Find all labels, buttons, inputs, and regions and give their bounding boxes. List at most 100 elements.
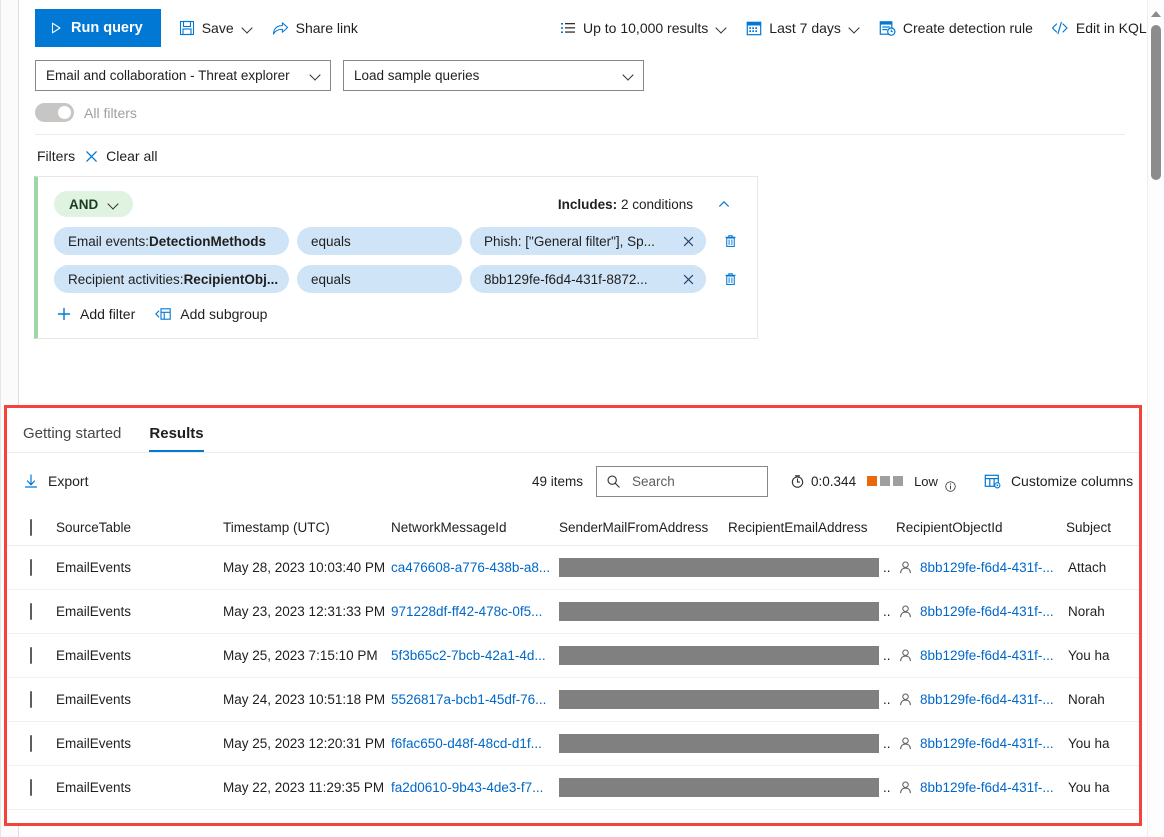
cell-networkmessageid-link[interactable]: 5526817a-bcb1-45df-76... — [391, 692, 559, 707]
add-filter-button[interactable]: Add filter — [56, 306, 135, 322]
save-label: Save — [201, 20, 234, 36]
cell-sourcetable: EmailEvents — [56, 648, 132, 663]
customize-columns-button[interactable]: Customize columns — [984, 473, 1133, 489]
cell-networkmessageid-link[interactable]: fa2d0610-9b43-4de3-f7... — [391, 780, 559, 795]
table-row[interactable]: EmailEvents May 24, 2023 10:51:18 PM 552… — [7, 678, 1139, 722]
sample-queries-dropdown[interactable]: Load sample queries — [343, 60, 644, 91]
table-row[interactable]: EmailEvents May 28, 2023 10:03:40 PM ca4… — [7, 546, 1139, 590]
info-icon[interactable] — [945, 481, 956, 492]
includes-summary: Includes: 2 conditions — [558, 197, 693, 212]
page-scrollbar[interactable] — [1147, 0, 1164, 837]
save-button[interactable]: Save — [179, 20, 254, 36]
column-header-recipientobjectid[interactable]: RecipientObjectId — [896, 520, 1066, 535]
row-checkbox[interactable] — [30, 559, 32, 576]
results-tabs: Getting started Results — [7, 408, 1139, 453]
cell-networkmessageid-link[interactable]: ca476608-a776-438b-a8... — [391, 560, 559, 575]
table-row[interactable]: EmailEvents May 25, 2023 7:15:10 PM 5f3b… — [7, 634, 1139, 678]
results-table: SourceTable Timestamp (UTC) NetworkMessa… — [7, 509, 1139, 810]
cell-recipientobjectid: 8bb129fe-f6d4-431f-... — [896, 692, 1068, 707]
column-header-networkmessageid[interactable]: NetworkMessageId — [391, 520, 559, 535]
cell-recipientobjectid: 8bb129fe-f6d4-431f-... — [896, 648, 1068, 663]
filter-value-dropdown[interactable]: 8bb129fe-f6d4-431f-8872... — [470, 265, 670, 293]
delete-filter-button[interactable] — [723, 233, 738, 249]
all-filters-toggle[interactable] — [35, 103, 74, 122]
column-header-recipientemailaddress[interactable]: RecipientEmailAddress — [728, 520, 896, 535]
results-limit-button[interactable]: Up to 10,000 results — [560, 20, 728, 36]
column-header-subject[interactable]: Subject — [1066, 520, 1136, 535]
row-checkbox[interactable] — [30, 647, 32, 664]
search-box[interactable] — [596, 465, 769, 497]
time-range-button[interactable]: Last 7 days — [746, 20, 861, 36]
row-checkbox[interactable] — [30, 691, 32, 708]
tab-results[interactable]: Results — [149, 425, 204, 452]
cell-redacted-addresses: .. — [559, 778, 896, 797]
delete-filter-button[interactable] — [723, 271, 738, 287]
table-row[interactable]: EmailEvents May 23, 2023 12:31:33 PM 971… — [7, 590, 1139, 634]
column-header-sendermailfromaddress[interactable]: SenderMailFromAddress — [559, 520, 728, 535]
recipientobjectid-link[interactable]: 8bb129fe-f6d4-431f-... — [920, 780, 1054, 795]
select-all-cell — [7, 518, 53, 536]
share-icon — [272, 20, 289, 36]
redaction-bar — [559, 734, 879, 753]
create-detection-rule-button[interactable]: Create detection rule — [879, 20, 1033, 36]
search-input[interactable] — [630, 472, 759, 490]
cell-networkmessageid-link[interactable]: f6fac650-d48f-48cd-d1f... — [391, 736, 559, 751]
filter-operator-dropdown[interactable]: equals — [297, 227, 462, 255]
cell-timestamp: May 23, 2023 12:31:33 PM — [223, 604, 386, 619]
filter-value-dropdown[interactable]: Phish: ["General filter"], Sp... — [470, 227, 670, 255]
clear-all-button[interactable]: Clear all — [84, 148, 157, 164]
clear-filter-value-button[interactable] — [670, 265, 706, 293]
recipientobjectid-link[interactable]: 8bb129fe-f6d4-431f-... — [920, 604, 1054, 619]
select-all-checkbox[interactable] — [30, 518, 32, 536]
scrollbar-thumb[interactable] — [1151, 25, 1161, 180]
column-header-sourcetable[interactable]: SourceTable — [53, 520, 223, 535]
recipientobjectid-link[interactable]: 8bb129fe-f6d4-431f-... — [920, 560, 1054, 575]
collapse-group-button[interactable] — [717, 197, 731, 211]
row-checkbox[interactable] — [30, 779, 32, 796]
share-link-button[interactable]: Share link — [272, 20, 358, 36]
add-subgroup-button[interactable]: Add subgroup — [155, 306, 267, 322]
cell-networkmessageid-link[interactable]: 971228df-ff42-478c-0f5... — [391, 604, 559, 619]
redaction-bar — [559, 602, 879, 621]
scroll-up-arrow-icon[interactable] — [1151, 11, 1161, 17]
row-checkbox[interactable] — [30, 735, 32, 752]
column-header-timestamp[interactable]: Timestamp (UTC) — [223, 520, 391, 535]
tab-results-label: Results — [149, 425, 204, 442]
scenario-dropdown[interactable]: Email and collaboration - Threat explore… — [35, 60, 331, 91]
redaction-bar — [559, 778, 879, 797]
results-toolbar: Export 49 items Search 0:0.344 Low Custo… — [7, 453, 1139, 509]
cell-redacted-addresses: .. — [559, 646, 896, 665]
cell-sourcetable: EmailEvents — [56, 736, 132, 751]
redacted-suffix: .. — [883, 692, 891, 707]
filter-field-dropdown[interactable]: Recipient activities: RecipientObj... — [54, 265, 289, 293]
clear-filter-value-button[interactable] — [670, 227, 706, 255]
recipientobjectid-link[interactable]: 8bb129fe-f6d4-431f-... — [920, 692, 1054, 707]
filter-field-name: RecipientObj... — [183, 271, 279, 287]
table-row[interactable]: EmailEvents May 22, 2023 11:29:35 PM fa2… — [7, 766, 1139, 810]
recipientobjectid-link[interactable]: 8bb129fe-f6d4-431f-... — [920, 648, 1054, 663]
filter-operator-dropdown[interactable]: equals — [297, 265, 462, 293]
row-checkbox[interactable] — [30, 603, 32, 620]
filter-field-dropdown[interactable]: Email events: DetectionMethods — [54, 227, 289, 255]
results-toolbar-right: 49 items Search 0:0.344 Low Customize co… — [532, 453, 1133, 509]
subgroup-icon — [155, 306, 172, 322]
edit-in-kql-button[interactable]: Edit in KQL — [1051, 20, 1147, 36]
person-icon — [898, 692, 913, 707]
cell-timestamp: May 28, 2023 10:03:40 PM — [223, 560, 386, 575]
clear-all-label: Clear all — [106, 148, 158, 164]
play-icon — [49, 21, 63, 35]
export-button[interactable]: Export — [23, 473, 88, 489]
cell-subject: You ha — [1068, 736, 1110, 751]
tab-getting-started[interactable]: Getting started — [23, 425, 121, 452]
redaction-bar — [559, 690, 879, 709]
cell-networkmessageid-link[interactable]: 5f3b65c2-7bcb-42a1-4d... — [391, 648, 559, 663]
run-query-button[interactable]: Run query — [35, 9, 161, 47]
filter-group-actions: Add filter Add subgroup — [54, 306, 741, 322]
table-row[interactable]: EmailEvents May 25, 2023 12:20:31 PM f6f… — [7, 722, 1139, 766]
recipientobjectid-link[interactable]: 8bb129fe-f6d4-431f-... — [920, 736, 1054, 751]
hunting-query-page: Run query Save Share link Up to 10,000 r… — [0, 0, 1164, 837]
tab-getting-started-label: Getting started — [23, 425, 122, 442]
share-link-label: Share link — [295, 20, 358, 36]
logical-operator-dropdown[interactable]: AND — [54, 191, 134, 217]
command-bar-right: Up to 10,000 results Last 7 days Create … — [542, 0, 1147, 56]
